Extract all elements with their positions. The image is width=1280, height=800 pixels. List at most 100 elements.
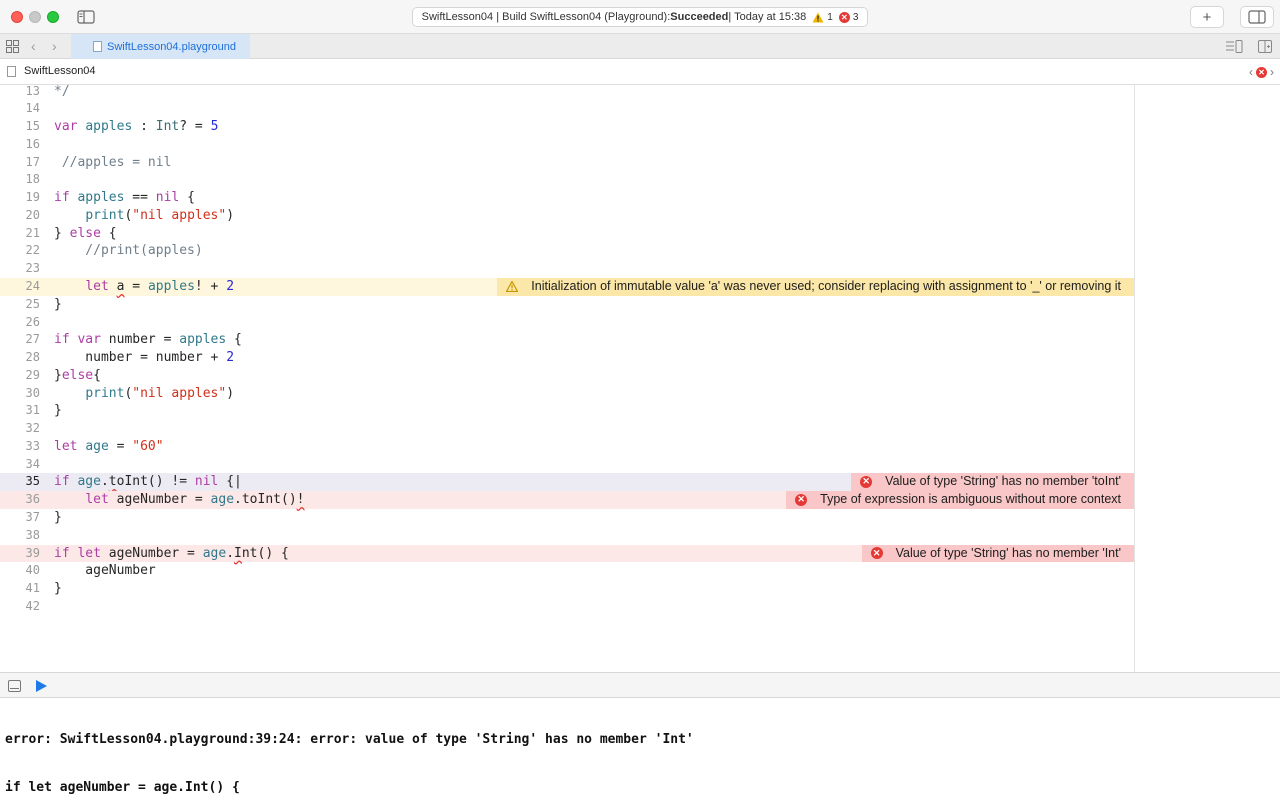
code-line[interactable]: 41} [0,580,1134,598]
editor-options-icon[interactable] [1226,40,1243,53]
error-count-badge[interactable]: ✕ 3 [838,11,858,23]
code-line[interactable]: 13 */ [0,85,1134,100]
code-token: if [54,190,70,206]
line-number: 31 [25,403,40,418]
inline-error[interactable]: ✕ Value of type 'String' has no member 'I… [861,544,1134,563]
code-line[interactable]: 14 [0,100,1134,118]
zoom-window-button[interactable] [47,11,59,23]
inline-warning[interactable]: Initialization of immutable value 'a' wa… [497,277,1134,296]
code-text: if let ageNumber = age.Int() { [54,545,289,563]
inline-error[interactable]: ✕ Type of expression is ambiguous without… [786,491,1134,509]
code-line[interactable]: 30 print("nil apples") [0,385,1134,403]
code-line[interactable]: 37} [0,509,1134,527]
code-token: let [85,278,109,294]
line-number: 13 [25,85,40,98]
plus-icon: + [1202,8,1212,26]
inline-error[interactable]: ✕ Value of type 'String' has no member 't… [851,473,1134,492]
code-token: age [202,545,227,561]
run-playground-icon[interactable] [36,680,47,692]
back-chevron-icon[interactable]: ‹ [31,38,36,54]
breadcrumb[interactable]: SwiftLesson04 [7,65,96,77]
minimize-window-button[interactable] [29,11,41,23]
forward-chevron-icon[interactable]: › [52,38,57,54]
console-output[interactable]: error: SwiftLesson04.playground:39:24: e… [0,698,1280,800]
code-line[interactable]: 26 [0,314,1134,332]
code-text: print("nil apples") [54,207,234,225]
close-window-button[interactable] [11,11,23,23]
code-line[interactable]: 29}else{ [0,367,1134,385]
code-token: if [54,545,70,561]
issue-navigator: ‹ ✕ › [1249,65,1274,79]
code-text: } [54,296,62,314]
code-text: let a = apples! + 2 [54,278,234,296]
code-line[interactable]: 33 let age = "60" [0,438,1134,456]
console-toggle-icon[interactable] [8,680,21,692]
code-line[interactable]: 31} [0,402,1134,420]
code-line[interactable]: 34 [0,456,1134,474]
code-line[interactable]: 35 if age.toInt() != nil {| ✕ Value of type… [0,473,1134,492]
navigator-toggle-button[interactable] [76,7,96,27]
code-token: } [54,581,62,597]
line-number: 38 [25,527,40,542]
line-number: 19 [25,190,40,205]
code-line[interactable]: 15 var apples : Int? = 5 [0,118,1134,136]
code-token: .toInt() [234,492,297,508]
code-line[interactable]: 16 [0,136,1134,154]
playground-file-icon [93,41,102,52]
console-line: error: SwiftLesson04.playground:39:24: e… [5,732,694,747]
code-text: let age = "60" [54,438,164,456]
code-line[interactable]: 24 let a = apples! + 2 Initialization of … [0,277,1134,296]
line-number: 42 [25,598,40,613]
code-text: var apples : Int? = 5 [54,118,218,136]
code-line[interactable]: 36 let ageNumber = age.toInt()! ✕ Type of … [0,491,1134,509]
code-token: ) [226,207,235,223]
code-text: } [54,580,62,598]
code-text: if age.toInt() != nil {| [54,473,242,491]
inspector-toggle-button[interactable] [1240,6,1274,28]
code-token: 2 [226,278,235,294]
code-line[interactable]: 39 if let ageNumber = age.Int() { ✕ Value o… [0,544,1134,563]
code-line[interactable]: 20 print("nil apples") [0,207,1134,225]
tab-swiftlesson04-playground[interactable]: SwiftLesson04.playground [71,34,250,59]
line-number: 26 [25,314,40,329]
add-library-button[interactable]: + [1190,6,1224,28]
code-token: 2 [226,350,235,366]
related-items-icon[interactable] [6,40,19,53]
code-line[interactable]: 38 [0,527,1134,545]
code-line[interactable]: 28 number = number + 2 [0,349,1134,367]
code-line[interactable]: 27 if var number = apples { [0,331,1134,349]
code-line[interactable]: 21} else { [0,225,1134,243]
code-line[interactable]: 40 ageNumber [0,562,1134,580]
line-number: 32 [25,421,40,436]
line-number: 39 [25,545,40,560]
code-line[interactable]: 32 [0,420,1134,438]
code-token: var [77,332,101,348]
code-line[interactable]: 42 [0,598,1134,616]
code-text: } else { [54,225,117,243]
code-text: }else{ [54,367,101,385]
code-token: else [61,367,94,383]
warning-count-badge[interactable]: 1 [812,12,833,23]
split-editor-icon[interactable] [1258,40,1272,53]
code-token: { [93,367,101,383]
previous-issue-chevron-icon[interactable]: ‹ [1249,65,1253,79]
code-token: */ [54,85,70,99]
code-token: } [54,509,62,525]
source-editor[interactable]: 13 */ 14 15 var apples : Int? = 5 16 17 //appl… [0,85,1134,672]
line-number: 40 [25,563,40,578]
code-token: let [77,545,101,561]
code-line[interactable]: 25} [0,296,1134,314]
code-line[interactable]: 17 //apples = nil [0,154,1134,172]
sidebar-icon [77,10,95,24]
code-line[interactable]: 18 [0,171,1134,189]
code-token: nt() { [241,545,289,561]
code-line[interactable]: 19 if apples == nil { [0,189,1134,207]
code-text: if apples == nil { [54,189,195,207]
code-line[interactable]: 23 [0,260,1134,278]
code-line[interactable]: 22 //print(apples) [0,242,1134,260]
next-issue-chevron-icon[interactable]: › [1270,65,1274,79]
